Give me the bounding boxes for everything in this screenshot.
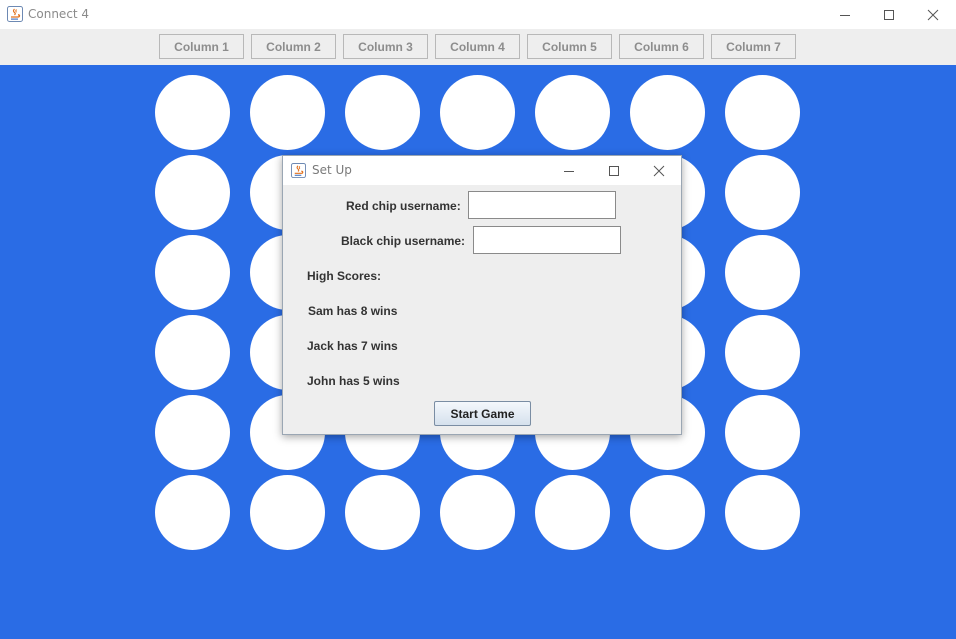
- black-username-label: Black chip username:: [341, 234, 466, 248]
- column-4-button[interactable]: Column 4: [435, 34, 520, 59]
- column-3-button[interactable]: Column 3: [343, 34, 428, 59]
- column-toolbar: Column 1 Column 2 Column 3 Column 4 Colu…: [0, 29, 956, 65]
- setup-dialog: Set Up Red chip username: Black chip use…: [282, 155, 682, 435]
- minimize-icon: [840, 14, 850, 16]
- board-slot: [250, 475, 325, 550]
- board-slot: [250, 75, 325, 150]
- board-slot: [725, 315, 800, 390]
- board-slot: [725, 75, 800, 150]
- board-slot: [155, 475, 230, 550]
- board-slot: [725, 155, 800, 230]
- java-app-icon: [7, 6, 23, 22]
- board-slot: [155, 75, 230, 150]
- main-title-bar: Connect 4: [0, 0, 956, 29]
- close-icon: [927, 9, 939, 20]
- column-1-button[interactable]: Column 1: [159, 34, 244, 59]
- dialog-title: Set Up: [312, 163, 352, 177]
- column-7-button[interactable]: Column 7: [711, 34, 796, 59]
- black-username-input[interactable]: [473, 226, 621, 254]
- dialog-title-bar: Set Up: [283, 156, 681, 185]
- dialog-close-button[interactable]: [637, 156, 681, 185]
- close-icon: [653, 165, 665, 176]
- column-6-button[interactable]: Column 6: [619, 34, 704, 59]
- board-slot: [155, 155, 230, 230]
- minimize-icon: [564, 170, 574, 172]
- board-slot: [440, 475, 515, 550]
- score-entry: Jack has 7 wins: [307, 339, 398, 353]
- java-app-icon: [291, 163, 306, 178]
- maximize-button[interactable]: [866, 0, 912, 29]
- board-slot: [535, 475, 610, 550]
- red-username-label: Red chip username:: [346, 199, 461, 213]
- board-slot: [630, 75, 705, 150]
- board-slot: [345, 75, 420, 150]
- board-slot: [155, 315, 230, 390]
- maximize-icon: [884, 9, 894, 20]
- red-username-input[interactable]: [468, 191, 616, 219]
- maximize-icon: [609, 165, 619, 176]
- dialog-minimize-button[interactable]: [547, 156, 591, 185]
- score-entry: John has 5 wins: [307, 374, 400, 388]
- column-2-button[interactable]: Column 2: [251, 34, 336, 59]
- board-slot: [725, 395, 800, 470]
- window-title: Connect 4: [28, 7, 90, 21]
- board-slot: [155, 235, 230, 310]
- board-slot: [725, 475, 800, 550]
- high-scores-label: High Scores:: [307, 269, 382, 283]
- board-slot: [725, 235, 800, 310]
- start-game-button[interactable]: Start Game: [434, 401, 531, 426]
- board-slot: [535, 75, 610, 150]
- minimize-button[interactable]: [822, 0, 868, 29]
- board-slot: [630, 475, 705, 550]
- dialog-maximize-button[interactable]: [592, 156, 636, 185]
- board-slot: [440, 75, 515, 150]
- column-5-button[interactable]: Column 5: [527, 34, 612, 59]
- close-button[interactable]: [910, 0, 956, 29]
- score-entry: Sam has 8 wins: [308, 304, 398, 318]
- board-slot: [155, 395, 230, 470]
- board-slot: [345, 475, 420, 550]
